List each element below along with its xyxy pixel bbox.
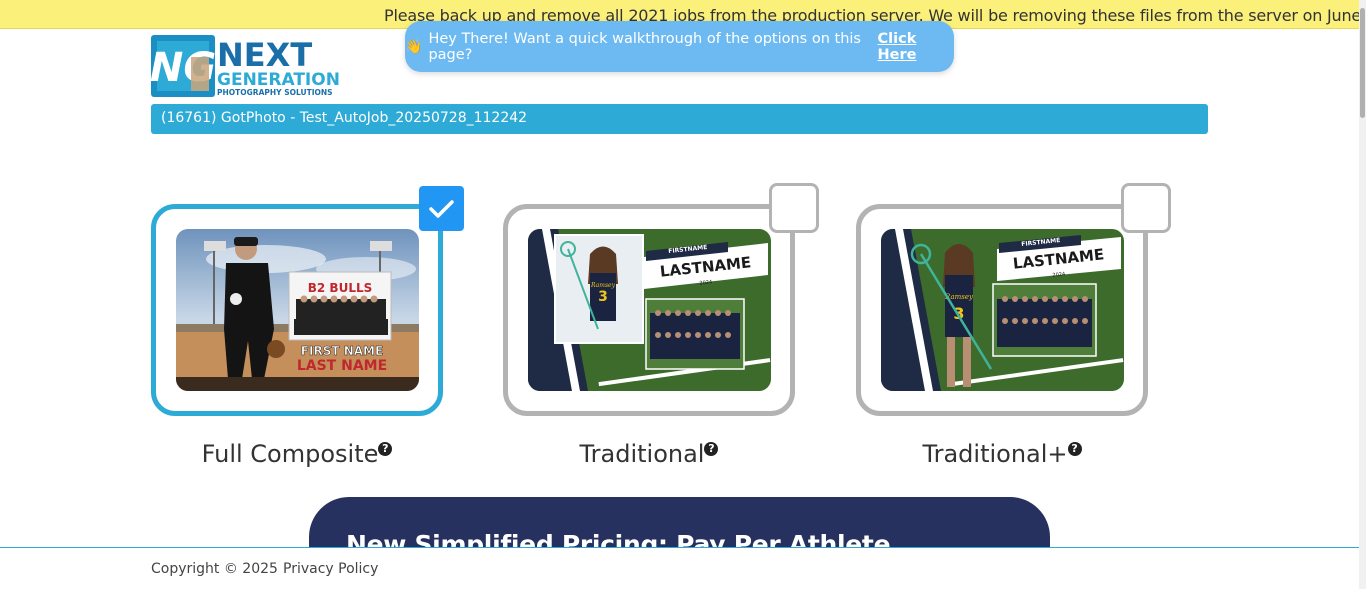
logo-line2: GENERATION [217, 70, 340, 90]
help-icon[interactable]: ? [378, 442, 393, 456]
traditional-preview: 3 Ramsey FIRSTNAME LASTNAME 2024 [528, 229, 771, 391]
page-footer: Copyright © 2025 Privacy Policy [0, 547, 1359, 589]
traditional-label-row: Traditional? [503, 440, 795, 468]
option-card-full-composite[interactable]: B2 BULLS FIRST NAME LAST NAME [151, 204, 443, 416]
traditional-plus-checkbox[interactable] [1121, 183, 1171, 233]
walkthrough-text: Hey There! Want a quick walkthrough of t… [428, 30, 861, 63]
company-logo[interactable]: NG NEXT GENERATION PHOTOGRAPHY SOLUTIONS [150, 35, 347, 97]
option-card-traditional[interactable]: 3 Ramsey FIRSTNAME LASTNAME 2024 [503, 204, 795, 416]
full-composite-checkbox[interactable] [419, 186, 464, 231]
privacy-policy-link[interactable]: Privacy Policy [283, 561, 378, 577]
waving-hand-icon: 👋 [405, 38, 423, 55]
composite-last-name: LAST NAME [297, 358, 387, 374]
option-card-traditional-plus[interactable]: 3 Ramsey FIRSTNAME LASTNAME 2024 [856, 204, 1148, 416]
tplus-jersey-number: 3 [953, 304, 964, 323]
composite-first-name: FIRST NAME [301, 344, 383, 358]
trad-school-text: Ramsey [590, 282, 616, 289]
logo-line3: PHOTOGRAPHY SOLUTIONS [217, 88, 333, 97]
checkmark-icon [429, 200, 454, 218]
copyright-text: Copyright © 2025 [151, 561, 278, 577]
logo-line1: NEXT [217, 36, 312, 74]
logo-graphic: NG NEXT GENERATION PHOTOGRAPHY SOLUTIONS [150, 35, 340, 97]
full-composite-label: Full Composite [201, 440, 379, 468]
job-title-bar: (16761) GotPhoto - Test_AutoJob_20250728… [151, 104, 1208, 134]
scrollbar-thumb[interactable] [1360, 8, 1365, 118]
traditional-label: Traditional [579, 440, 705, 468]
job-title: (16761) GotPhoto - Test_AutoJob_20250728… [161, 110, 528, 126]
traditional-plus-label-row: Traditional+? [856, 440, 1148, 468]
traditional-checkbox[interactable] [769, 183, 819, 233]
help-icon[interactable]: ? [704, 442, 719, 456]
walkthrough-prompt: 👋 Hey There! Want a quick walkthrough of… [405, 21, 954, 72]
traditional-plus-preview: 3 Ramsey FIRSTNAME LASTNAME 2024 [881, 229, 1124, 391]
traditional-plus-label: Traditional+ [922, 440, 1068, 468]
help-icon[interactable]: ? [1067, 442, 1082, 456]
composite-team-text: B2 BULLS [308, 281, 373, 295]
walkthrough-link[interactable]: Click Here [878, 31, 954, 63]
trad-jersey-number: 3 [598, 289, 608, 305]
full-composite-label-row: Full Composite? [151, 440, 443, 468]
page-scrollbar[interactable] [1359, 0, 1366, 589]
full-composite-preview: B2 BULLS FIRST NAME LAST NAME [176, 229, 419, 391]
